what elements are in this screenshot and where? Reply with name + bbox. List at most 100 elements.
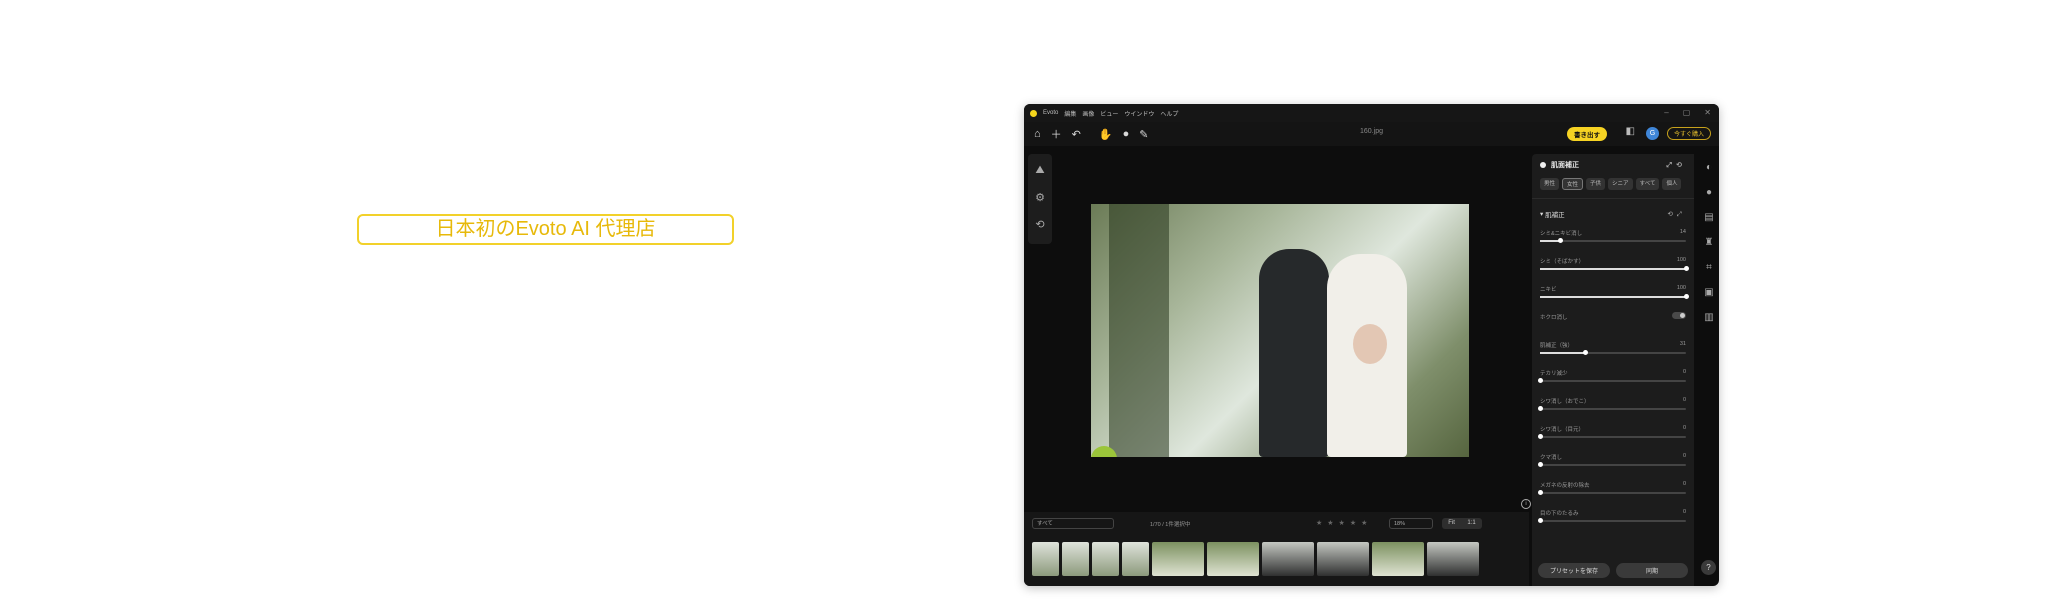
slider-knob[interactable]: [1538, 406, 1543, 411]
skin-icon: [1540, 162, 1546, 168]
file-name: 160.jpg: [1360, 128, 1383, 135]
zoom-select[interactable]: 18%: [1389, 518, 1433, 529]
maximize-icon[interactable]: ▢: [1683, 108, 1691, 117]
clothing-icon[interactable]: ♜: [1705, 237, 1714, 248]
chip-child[interactable]: 子供: [1586, 178, 1606, 190]
undo-icon[interactable]: ↶: [1072, 128, 1081, 141]
add-icon[interactable]: ＋: [1051, 126, 1062, 142]
palette-icon[interactable]: ◐: [1706, 162, 1712, 173]
slider-knob[interactable]: [1583, 350, 1589, 355]
hand-icon[interactable]: ✋: [1099, 128, 1113, 141]
crop-icon[interactable]: ⌗: [1706, 262, 1712, 273]
menu-window[interactable]: ウインドウ: [1124, 109, 1154, 118]
export-button[interactable]: 書き出す: [1567, 127, 1607, 141]
slider-label: シミ&ニキビ消し: [1540, 231, 1583, 237]
section-actions[interactable]: ⟲⤢: [1667, 210, 1686, 219]
thumbnail[interactable]: [1092, 542, 1119, 576]
section-title: 肌補正: [1545, 212, 1565, 219]
chip-senior[interactable]: シニア: [1608, 178, 1633, 190]
pen-icon[interactable]: ✎: [1139, 128, 1148, 141]
title-bar: Evoto 編集 画像 ビュー ウインドウ ヘルプ – ▢ ✕: [1024, 104, 1719, 122]
section-header[interactable]: ▾ 肌補正 ⟲⤢: [1532, 198, 1694, 223]
compare-icon[interactable]: ◧: [1626, 126, 1635, 137]
slider-track[interactable]: [1540, 266, 1689, 271]
home-icon[interactable]: ⌂: [1034, 128, 1041, 140]
chip-female[interactable]: 女性: [1562, 178, 1584, 190]
slider-track[interactable]: [1540, 238, 1686, 243]
sync-button[interactable]: 同期: [1616, 563, 1688, 578]
slider-track[interactable]: [1538, 490, 1686, 495]
background-icon[interactable]: ▤: [1704, 212, 1713, 223]
thumbnail[interactable]: [1207, 542, 1259, 576]
slider-track[interactable]: [1540, 294, 1689, 299]
thumbnail[interactable]: [1032, 542, 1059, 576]
mole-toggle[interactable]: [1672, 312, 1686, 319]
slider-fill: [1540, 352, 1586, 354]
slider-track[interactable]: [1538, 406, 1686, 411]
slider-value: 0: [1682, 509, 1686, 515]
filter-select[interactable]: すべて: [1032, 518, 1114, 529]
menu-help[interactable]: ヘルプ: [1160, 109, 1178, 118]
avatar[interactable]: G: [1646, 127, 1659, 140]
camera-icon[interactable]: ▣: [1704, 287, 1713, 298]
menu-edit[interactable]: 編集: [1064, 109, 1076, 118]
photo-tree: [1109, 204, 1169, 457]
slider-label: 肌補正（強）: [1540, 343, 1574, 349]
chip-male[interactable]: 男性: [1540, 178, 1560, 190]
thumbnail[interactable]: [1427, 542, 1479, 576]
slider-track[interactable]: [1538, 518, 1686, 523]
slider-knob[interactable]: [1538, 434, 1543, 439]
thumbnail[interactable]: [1262, 542, 1314, 576]
slider-knob[interactable]: [1538, 490, 1543, 495]
help-icon[interactable]: ?: [1701, 560, 1716, 575]
panel-actions[interactable]: ⤢⟲: [1667, 161, 1686, 170]
slider-fill: [1540, 268, 1686, 270]
slider-value: 0: [1682, 397, 1686, 403]
slider-knob[interactable]: [1538, 462, 1543, 467]
slider-label: シミ（そばかす）: [1540, 259, 1585, 265]
slider-track[interactable]: [1538, 462, 1686, 467]
slider-label: メガネの反射の除去: [1540, 483, 1590, 489]
image-count: 1/70 / 1件選択中: [1150, 522, 1191, 528]
slider-row: テカリ減少 0: [1532, 363, 1694, 391]
fit-button[interactable]: Fit: [1448, 518, 1455, 529]
history-icon[interactable]: ⟲: [1035, 218, 1044, 231]
buy-now-button[interactable]: 今すぐ購入: [1666, 127, 1711, 140]
slider-row: 肌補正（強） 31: [1532, 335, 1694, 363]
slider-row: ニキビ 100: [1532, 279, 1694, 307]
folder-icon[interactable]: ▥: [1704, 312, 1713, 323]
mole-toggle-row: ホクロ消し: [1532, 307, 1694, 335]
rating-stars[interactable]: ★★★★★: [1316, 519, 1372, 527]
photo-canvas[interactable]: [1091, 204, 1469, 457]
slider-value: 14: [1679, 229, 1686, 235]
one-to-one-button[interactable]: 1:1: [1467, 518, 1475, 529]
save-preset-button[interactable]: プリセットを保存: [1538, 563, 1610, 578]
slider-knob[interactable]: [1538, 518, 1543, 523]
slider-label: シワ消し（おでこ）: [1540, 399, 1590, 405]
thumbnail[interactable]: [1317, 542, 1369, 576]
brush-icon[interactable]: ●: [1123, 128, 1130, 140]
menu-view[interactable]: ビュー: [1100, 109, 1118, 118]
thumbnail[interactable]: [1122, 542, 1149, 576]
image-adjust-icon[interactable]: ⛰: [1035, 164, 1044, 177]
thumbnail[interactable]: [1062, 542, 1089, 576]
slider-knob[interactable]: [1538, 378, 1543, 383]
info-icon[interactable]: i: [1521, 499, 1531, 509]
thumbnail[interactable]: [1152, 542, 1204, 576]
close-icon[interactable]: ✕: [1704, 108, 1711, 117]
panel-header: 肌面補正 ⤢⟲: [1532, 154, 1694, 170]
minimize-icon[interactable]: –: [1664, 108, 1668, 117]
thumbnail[interactable]: [1372, 542, 1424, 576]
slider-track[interactable]: [1538, 434, 1686, 439]
slider-knob[interactable]: [1558, 238, 1564, 243]
slider-label: クマ消し: [1540, 455, 1563, 461]
slider-knob[interactable]: [1684, 294, 1689, 299]
chip-personal[interactable]: 個人: [1662, 178, 1682, 190]
chip-all[interactable]: すべて: [1635, 178, 1660, 190]
menu-image[interactable]: 画像: [1082, 109, 1094, 118]
slider-track[interactable]: [1538, 378, 1686, 383]
face-icon[interactable]: ●: [1706, 187, 1712, 198]
slider-knob[interactable]: [1684, 266, 1689, 271]
slider-track[interactable]: [1540, 350, 1686, 355]
settings-icon[interactable]: ⚙: [1035, 191, 1045, 204]
